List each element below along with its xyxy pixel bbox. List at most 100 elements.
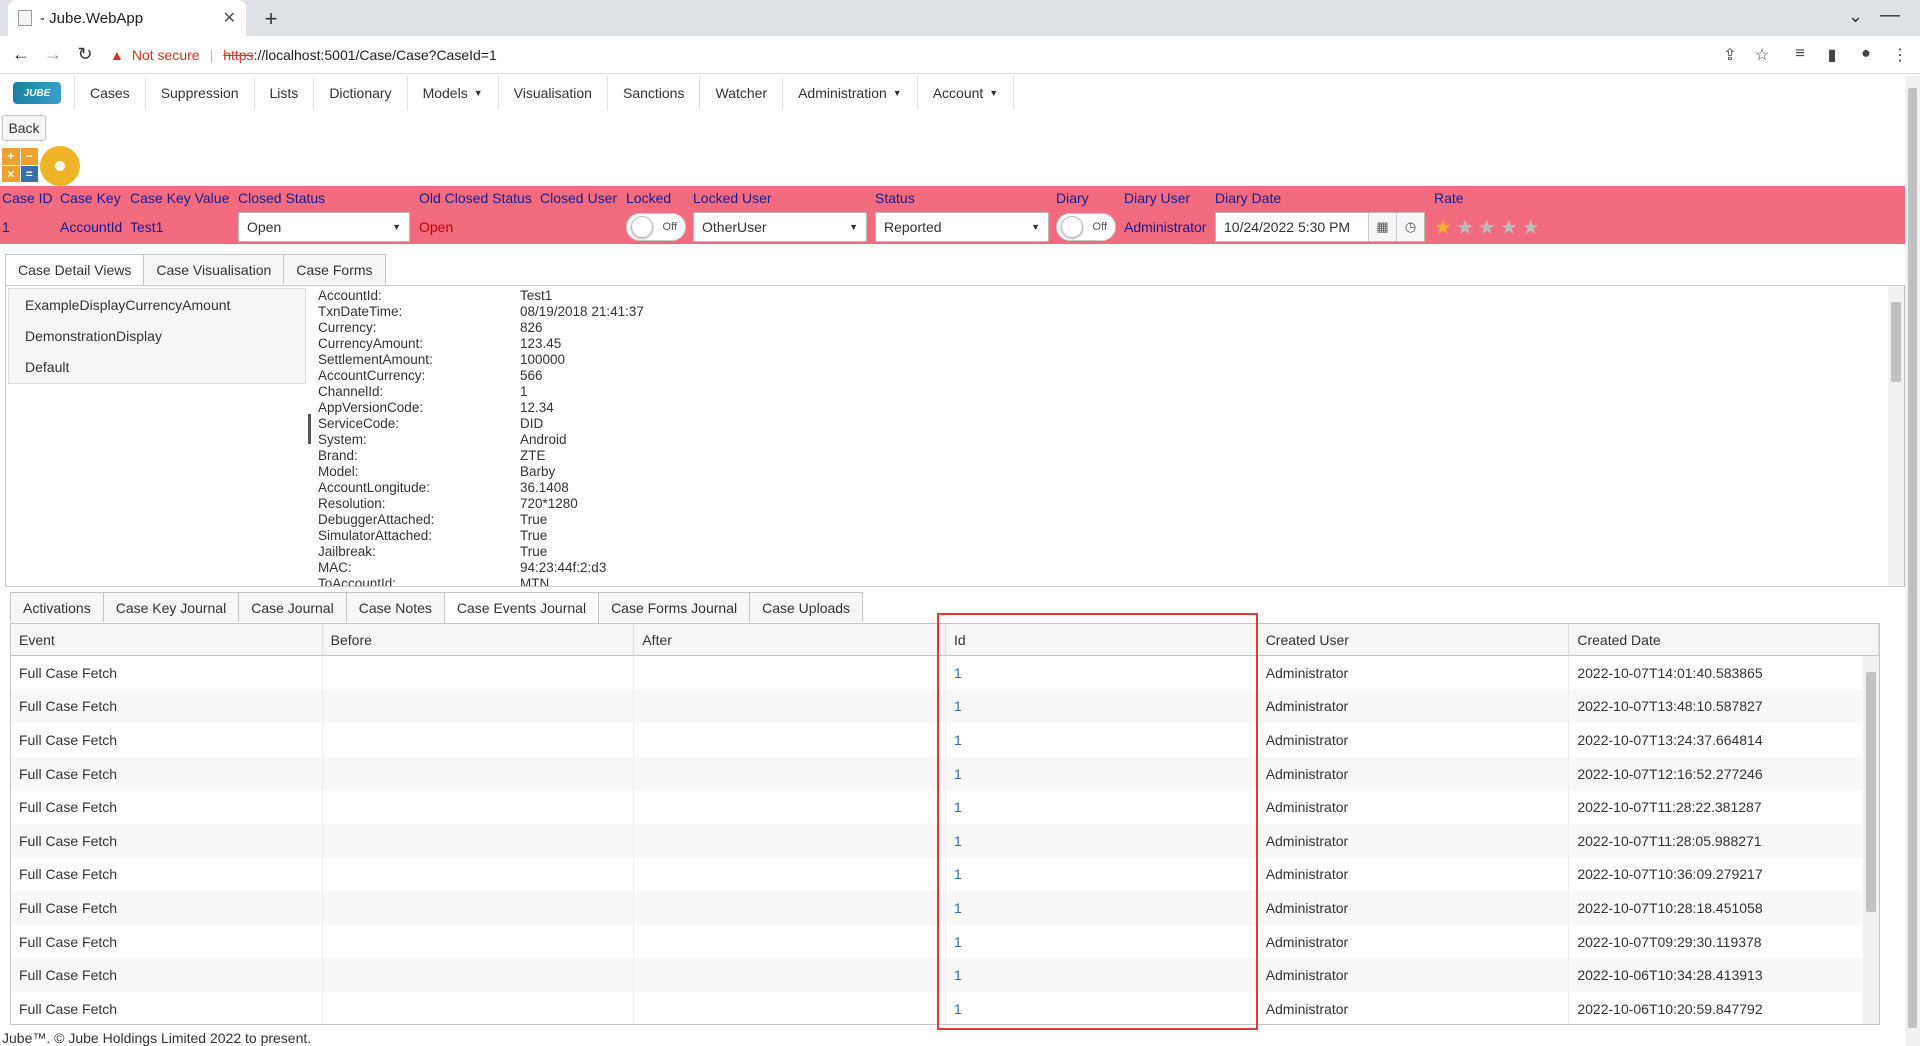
- browser-menu-icon[interactable]: ⋮: [1890, 45, 1910, 65]
- table-cell[interactable]: 1: [946, 924, 1258, 959]
- closed-status-select[interactable]: Open ▼: [238, 212, 410, 242]
- table-row[interactable]: Full Case Fetch 1 Administrator 2022-10-07T…: [11, 723, 1879, 757]
- nav-suppression[interactable]: Suppression: [146, 76, 255, 110]
- page-scrollbar[interactable]: [1905, 76, 1920, 1046]
- forward-arrow-icon[interactable]: →: [42, 44, 64, 65]
- locked-user-select[interactable]: OtherUser ▼: [693, 212, 867, 242]
- clock-icon[interactable]: ◷: [1396, 213, 1424, 241]
- window-minimize-icon[interactable]: —: [1880, 4, 1900, 27]
- tab-case-detail-views[interactable]: Case Detail Views: [5, 254, 145, 285]
- nav-administration[interactable]: Administration ▼: [783, 76, 918, 110]
- star-icon[interactable]: ★: [1434, 215, 1452, 240]
- col-id[interactable]: Id: [946, 624, 1258, 656]
- disc-icon[interactable]: [40, 146, 80, 186]
- star-icon[interactable]: ★: [1456, 215, 1474, 240]
- table-cell[interactable]: 1: [946, 891, 1258, 925]
- tab-activations[interactable]: Activations: [10, 592, 104, 622]
- table-row[interactable]: Full Case Fetch 1 Administrator 2022-10-07T…: [11, 689, 1879, 724]
- reading-list-icon[interactable]: ≡: [1790, 45, 1810, 63]
- star-icon[interactable]: ★: [1500, 215, 1518, 240]
- table-row[interactable]: Full Case Fetch 1 Administrator 2022-10-07T…: [11, 891, 1879, 925]
- browser-tab[interactable]: - Jube.WebApp ✕: [8, 0, 246, 36]
- diary-date-input[interactable]: 10/24/2022 5:30 PM: [1216, 219, 1368, 235]
- tab-case-notes[interactable]: Case Notes: [345, 592, 445, 622]
- close-tab-icon[interactable]: ✕: [223, 8, 236, 28]
- table-cell: 2022-10-07T10:36:09.279217: [1569, 857, 1879, 892]
- col-after[interactable]: After: [634, 624, 947, 656]
- star-icon[interactable]: ★: [1522, 215, 1540, 240]
- locked-toggle[interactable]: Off: [626, 213, 686, 241]
- jube-logo[interactable]: JUBE: [0, 76, 75, 110]
- url-omnibox[interactable]: ▲ Not secure | https ://localhost:5001/C…: [110, 40, 1750, 70]
- col-created-user[interactable]: Created User: [1258, 624, 1570, 656]
- tab-search-chevron-icon[interactable]: ⌄: [1848, 6, 1863, 27]
- table-cell[interactable]: 1: [946, 958, 1258, 992]
- share-icon[interactable]: ⇪: [1720, 45, 1740, 65]
- table-cell[interactable]: 1: [946, 790, 1258, 824]
- nav-dictionary[interactable]: Dictionary: [314, 76, 408, 110]
- side-panel-icon[interactable]: ▮: [1822, 45, 1842, 65]
- payload-value: 12.34: [520, 400, 554, 415]
- table-cell: 2022-10-07T09:29:30.119378: [1569, 924, 1879, 959]
- calculator-icon[interactable]: + − × =: [2, 148, 38, 182]
- nav-cases[interactable]: Cases: [75, 76, 146, 110]
- tab-case-uploads[interactable]: Case Uploads: [749, 592, 864, 622]
- table-cell[interactable]: 1: [946, 756, 1258, 791]
- reload-icon[interactable]: ↻: [74, 44, 96, 65]
- table-cell[interactable]: 1: [946, 723, 1258, 757]
- nav-visualisation[interactable]: Visualisation: [499, 76, 608, 110]
- nav-lists[interactable]: Lists: [255, 76, 315, 110]
- table-cell[interactable]: 1: [946, 991, 1258, 1024]
- payload-value: ZTE: [520, 448, 546, 463]
- diary-toggle[interactable]: Off: [1056, 213, 1116, 241]
- diary-user-value: Administrator: [1124, 219, 1207, 235]
- tab-case-key-journal[interactable]: Case Key Journal: [102, 592, 240, 622]
- view-item[interactable]: ExampleDisplayCurrencyAmount: [9, 289, 305, 320]
- grid-scrollbar[interactable]: [1863, 656, 1879, 1024]
- back-arrow-icon[interactable]: ←: [10, 44, 32, 65]
- nav-account[interactable]: Account ▼: [918, 76, 1015, 110]
- table-row[interactable]: Full Case Fetch 1 Administrator 2022-10-06T…: [11, 991, 1879, 1024]
- payload-row: SimulatorAttached: True: [318, 528, 1118, 544]
- tab-case-journal[interactable]: Case Journal: [238, 592, 347, 622]
- col-before[interactable]: Before: [323, 624, 635, 656]
- tab-case-events-journal[interactable]: Case Events Journal: [443, 592, 600, 623]
- calendar-icon[interactable]: ▦: [1368, 213, 1396, 241]
- nav-models[interactable]: Models ▼: [408, 76, 499, 110]
- table-row[interactable]: Full Case Fetch 1 Administrator 2022-10-07T…: [11, 656, 1879, 690]
- table-cell[interactable]: 1: [946, 857, 1258, 892]
- table-row[interactable]: Full Case Fetch 1 Administrator 2022-10-07T…: [11, 790, 1879, 824]
- case-key-value: AccountId: [60, 219, 123, 235]
- bookmark-star-icon[interactable]: ☆: [1752, 45, 1772, 65]
- table-cell: Administrator: [1258, 958, 1570, 992]
- table-cell: [634, 756, 947, 791]
- col-event[interactable]: Event: [11, 624, 323, 656]
- table-row[interactable]: Full Case Fetch 1 Administrator 2022-10-07T…: [11, 857, 1879, 892]
- splitter-handle[interactable]: [308, 414, 311, 444]
- back-button[interactable]: Back: [2, 115, 46, 141]
- profile-avatar-icon[interactable]: ●: [1856, 45, 1876, 63]
- diary-date-picker[interactable]: 10/24/2022 5:30 PM ▦ ◷: [1215, 212, 1425, 242]
- table-cell[interactable]: 1: [946, 689, 1258, 724]
- tab-case-forms-journal[interactable]: Case Forms Journal: [598, 592, 751, 622]
- table-cell[interactable]: 1: [946, 823, 1258, 858]
- rating-stars[interactable]: ★ ★ ★ ★ ★: [1434, 215, 1540, 240]
- table-row[interactable]: Full Case Fetch 1 Administrator 2022-10-07T…: [11, 756, 1879, 791]
- view-item[interactable]: Default: [9, 351, 305, 382]
- tab-case-visualisation[interactable]: Case Visualisation: [143, 254, 285, 284]
- view-item[interactable]: DemonstrationDisplay: [9, 320, 305, 351]
- nav-watcher[interactable]: Watcher: [700, 76, 784, 110]
- payload-row: Currency: 826: [318, 320, 1118, 336]
- nav-sanctions[interactable]: Sanctions: [608, 76, 701, 110]
- col-created-date[interactable]: Created Date: [1569, 624, 1879, 656]
- star-icon[interactable]: ★: [1478, 215, 1496, 240]
- new-tab-icon[interactable]: +: [258, 6, 284, 32]
- table-row[interactable]: Full Case Fetch 1 Administrator 2022-10-07T…: [11, 924, 1879, 959]
- table-row[interactable]: Full Case Fetch 1 Administrator 2022-10-07T…: [11, 823, 1879, 858]
- status-select[interactable]: Reported ▼: [875, 212, 1049, 242]
- tab-case-forms[interactable]: Case Forms: [283, 254, 386, 284]
- not-secure-label[interactable]: Not secure: [132, 47, 200, 63]
- table-cell[interactable]: 1: [946, 656, 1258, 690]
- detail-scrollbar[interactable]: [1888, 286, 1904, 586]
- table-row[interactable]: Full Case Fetch 1 Administrator 2022-10-06T…: [11, 958, 1879, 992]
